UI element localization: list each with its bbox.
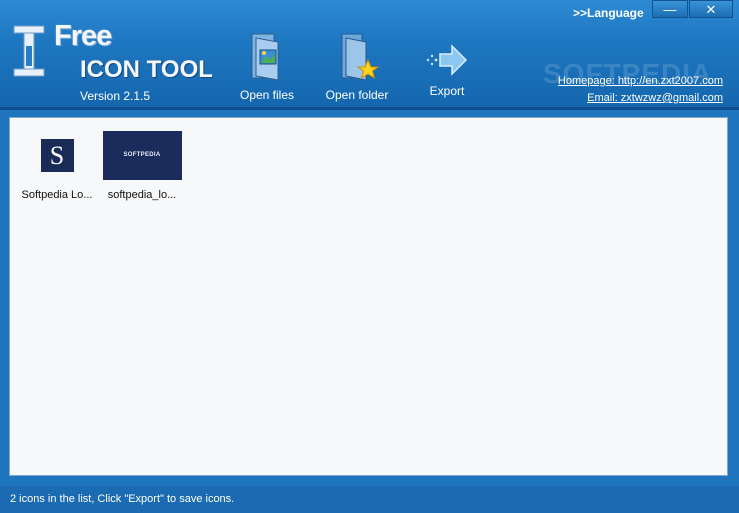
contact-links: Homepage: http://en.zxt2007.com Email: z… [558, 73, 723, 107]
header: Free ICON TOOL Version 2.1.5 Open files … [0, 0, 739, 110]
close-button[interactable]: ✕ [689, 0, 733, 18]
app-window: Free ICON TOOL Version 2.1.5 Open files … [0, 0, 739, 513]
open-folder-icon [341, 33, 380, 81]
open-folder-label: Open folder [325, 88, 389, 102]
icon-list[interactable]: S Softpedia Lo... SOFTPEDIA softpedia_lo… [9, 117, 728, 476]
export-arrow-icon [426, 44, 468, 76]
open-folder-button[interactable]: Open folder [317, 30, 397, 102]
logo-i-icon [13, 25, 45, 77]
open-files-icon [251, 33, 279, 81]
language-menu[interactable]: >>Language [573, 6, 644, 20]
status-text: 2 icons in the list, Click "Export" to s… [10, 493, 235, 505]
minimize-button[interactable]: — [652, 0, 688, 18]
app-logo: Free ICON TOOL [12, 18, 222, 90]
logo-free-text: Free [54, 20, 112, 52]
softpedia-s-icon: S [40, 138, 74, 172]
export-label: Export [429, 84, 465, 98]
open-files-button[interactable]: Open files [227, 30, 307, 102]
icon-item-name: Softpedia Lo... [21, 189, 93, 201]
version-label: Version 2.1.5 [80, 89, 151, 103]
icon-item[interactable]: SOFTPEDIA softpedia_lo... [99, 130, 185, 201]
icon-item-name: softpedia_lo... [107, 189, 177, 201]
softpedia-logo-icon: SOFTPEDIA [102, 130, 182, 180]
icon-thumbnail: SOFTPEDIA [99, 130, 185, 180]
icon-thumbnail: S [14, 130, 100, 180]
logo-title-text: ICON TOOL [80, 56, 213, 83]
homepage-link[interactable]: Homepage: http://en.zxt2007.com [558, 73, 723, 90]
email-link[interactable]: Email: zxtwzwz@gmail.com [558, 90, 723, 107]
icon-item[interactable]: S Softpedia Lo... [14, 130, 100, 201]
export-button[interactable]: Export [407, 42, 487, 98]
status-bar: 2 icons in the list, Click "Export" to s… [0, 486, 739, 513]
open-files-label: Open files [239, 88, 295, 102]
